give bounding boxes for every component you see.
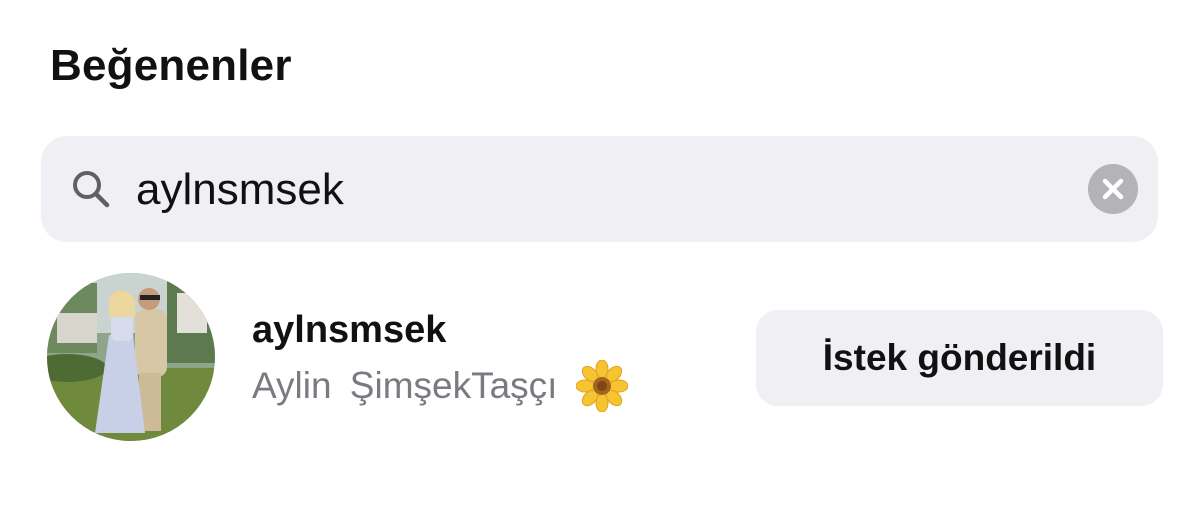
result-username[interactable]: aylnsmsek (252, 306, 446, 354)
clear-search-button[interactable] (1088, 164, 1138, 214)
sunflower-icon (575, 359, 629, 413)
result-fullname: Aylin ŞimşekTaşçı (252, 365, 558, 406)
clear-icon (1102, 178, 1124, 200)
request-sent-button[interactable]: İstek gönderildi (756, 310, 1163, 406)
page-title: Beğenenler (50, 41, 292, 90)
profile-photo (47, 273, 215, 441)
search-icon (70, 168, 112, 210)
search-input[interactable] (136, 158, 1036, 222)
avatar[interactable] (47, 273, 215, 441)
result-fullname-row: Aylin ŞimşekTaşçı (252, 359, 629, 416)
